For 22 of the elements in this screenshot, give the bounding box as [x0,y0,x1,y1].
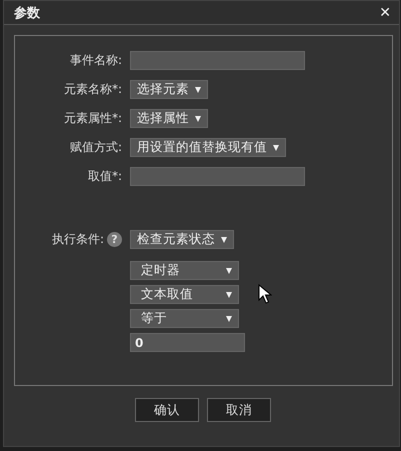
dropdown[interactable]: 选择属性 [130,109,208,128]
dropdown[interactable]: 定时器 [130,261,239,280]
field-label: 赋值方式: [68,139,122,156]
input-field[interactable] [130,167,305,186]
close-button[interactable]: ✕ [377,4,393,20]
field-label: 元素属性*: [62,110,122,127]
cursor-icon [258,284,272,304]
field-label: 元素名称*: [62,81,122,98]
field-label: 执行条件: [52,231,104,248]
input-field[interactable] [130,51,305,70]
dropdown[interactable]: 检查元素状态 [130,230,234,249]
dropdown[interactable]: 等于 [130,309,239,328]
dropdown[interactable]: 文本取值 [130,285,239,304]
field-label: 取值*: [86,168,122,185]
input-field[interactable]: 0 [130,333,245,352]
dialog-button[interactable]: 确认 [135,398,199,422]
dropdown[interactable]: 选择元素 [130,80,208,99]
field-label: 事件名称: [68,52,122,69]
dialog-button[interactable]: 取消 [207,398,271,422]
dropdown[interactable]: 用设置的值替换现有值 [130,138,286,157]
window-title: 参数 [14,4,40,22]
help-icon[interactable]: ? [107,232,122,247]
